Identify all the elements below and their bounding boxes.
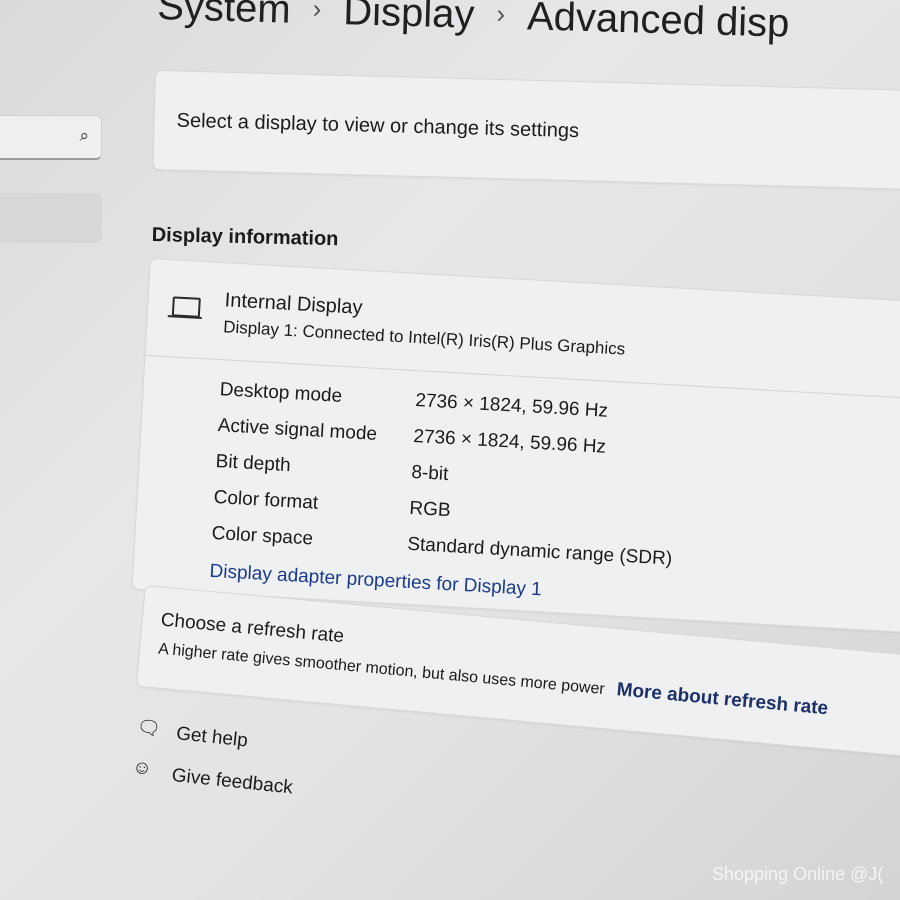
- breadcrumb-advanced-display: Advanced disp: [526, 0, 791, 46]
- info-label: Bit depth: [215, 451, 292, 477]
- feedback-icon: ☺: [131, 756, 153, 780]
- info-value: 2736 × 1824, 59.96 Hz: [414, 390, 609, 422]
- help-icon: 🗨: [135, 716, 162, 741]
- info-label: Active signal mode: [217, 415, 378, 445]
- settings-window: System › Display › Advanced disp ⌕ Select a …: [0, 0, 900, 900]
- info-label: Color space: [211, 522, 314, 550]
- refresh-rate-desc-text: A higher rate gives smoother motion, but…: [157, 640, 606, 699]
- search-input[interactable]: ⌕: [0, 115, 102, 160]
- info-row-color-space: Color space Standard dynamic range (SDR): [210, 523, 673, 570]
- info-row-desktop-mode: Desktop mode 2736 × 1824, 59.96 Hz: [218, 379, 608, 422]
- search-icon[interactable]: ⌕: [79, 126, 89, 146]
- display-information-heading: Display information: [151, 224, 339, 251]
- display-information-card: Internal Display Display 1: Connected to…: [131, 258, 900, 634]
- info-value: 8-bit: [410, 461, 449, 485]
- select-display-text: Select a display to view or change its s…: [176, 109, 580, 143]
- chevron-right-icon: ›: [496, 0, 506, 29]
- info-row-bit-depth: Bit depth 8-bit: [214, 451, 449, 487]
- sidebar-item-selected[interactable]: [0, 193, 102, 243]
- display-connection: Display 1: Connected to Intel(R) Iris(R)…: [222, 317, 626, 359]
- display-info-table: Desktop mode 2736 × 1824, 59.96 Hz Activ…: [210, 379, 673, 570]
- laptop-icon: [171, 296, 201, 318]
- give-feedback-link[interactable]: ☺ Give feedback: [129, 757, 293, 799]
- breadcrumb: System › Display › Advanced disp: [157, 0, 790, 47]
- get-help-link[interactable]: 🗨 Get help: [134, 715, 249, 757]
- info-value: 2736 × 1824, 59.96 Hz: [412, 426, 607, 458]
- watermark: Shopping Online @J(: [712, 864, 884, 884]
- give-feedback-label: Give feedback: [170, 764, 294, 799]
- info-label: Color format: [213, 486, 319, 514]
- breadcrumb-system[interactable]: System: [157, 0, 292, 32]
- info-value: RGB: [408, 497, 452, 522]
- breadcrumb-display[interactable]: Display: [343, 0, 475, 37]
- display-header: Internal Display Display 1: Connected to…: [145, 259, 900, 401]
- info-row-active-signal-mode: Active signal mode 2736 × 1824, 59.96 Hz: [216, 415, 606, 458]
- info-label: Desktop mode: [219, 379, 343, 407]
- info-row-color-format: Color format RGB: [212, 487, 451, 523]
- get-help-label: Get help: [175, 723, 249, 752]
- select-display-card[interactable]: Select a display to view or change its s…: [152, 70, 900, 191]
- more-about-refresh-rate-link[interactable]: More about refresh rate: [616, 679, 829, 719]
- chevron-right-icon: ›: [312, 0, 322, 24]
- info-value: Standard dynamic range (SDR): [406, 533, 673, 570]
- display-name: Internal Display: [224, 289, 364, 319]
- refresh-rate-description: A higher rate gives smoother motion, but…: [157, 638, 829, 721]
- footer-links: 🗨 Get help ☺ Give feedback: [129, 715, 293, 799]
